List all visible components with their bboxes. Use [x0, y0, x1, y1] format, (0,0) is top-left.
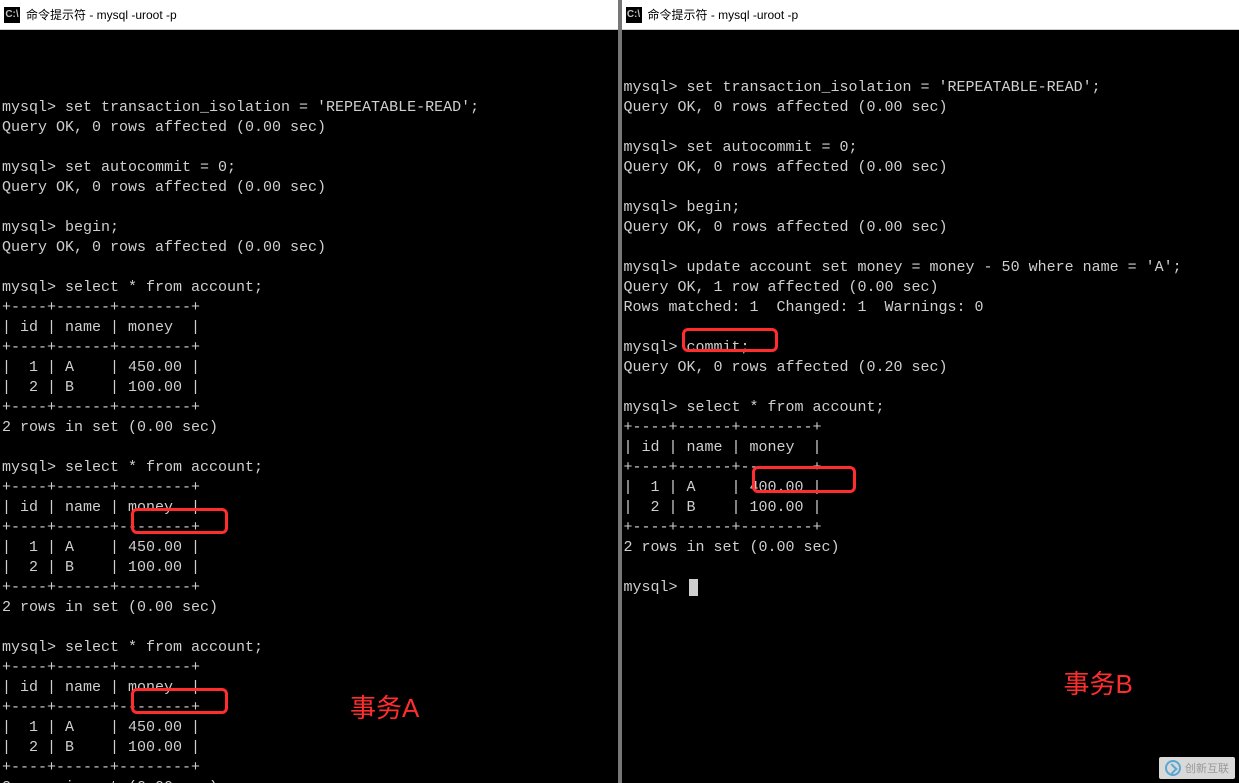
- titlebar-left[interactable]: C:\ 命令提示符 - mysql -uroot -p: [0, 0, 618, 30]
- split-container: C:\ 命令提示符 - mysql -uroot -p mysql> set t…: [0, 0, 1239, 783]
- window-title-left: 命令提示符 - mysql -uroot -p: [26, 6, 177, 23]
- titlebar-right[interactable]: C:\ 命令提示符 - mysql -uroot -p: [622, 0, 1239, 30]
- pane-left: C:\ 命令提示符 - mysql -uroot -p mysql> set t…: [0, 0, 622, 783]
- watermark-logo-icon: [1165, 760, 1181, 776]
- label-transaction-b: 事务B: [1064, 674, 1133, 694]
- watermark: 创新互联: [1159, 757, 1235, 779]
- cmd-icon: C:\: [626, 7, 642, 23]
- terminal-left[interactable]: mysql> set transaction_isolation = 'REPE…: [0, 30, 618, 783]
- window-title-right: 命令提示符 - mysql -uroot -p: [648, 6, 799, 23]
- watermark-text: 创新互联: [1185, 760, 1229, 776]
- cmd-icon: C:\: [4, 7, 20, 23]
- pane-right: C:\ 命令提示符 - mysql -uroot -p mysql> set t…: [622, 0, 1239, 783]
- terminal-right[interactable]: mysql> set transaction_isolation = 'REPE…: [622, 30, 1239, 783]
